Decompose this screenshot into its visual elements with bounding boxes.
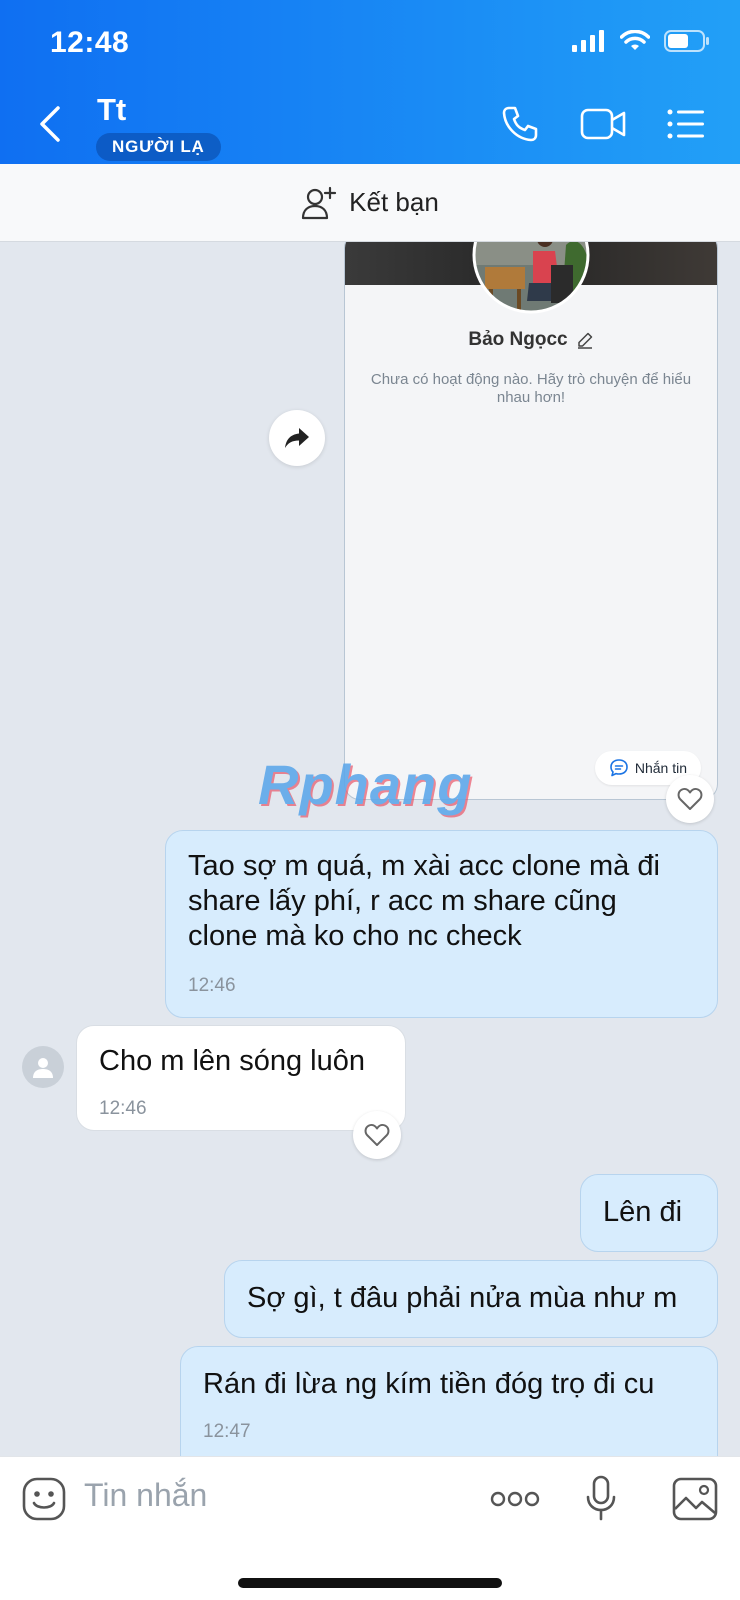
status-icons: [572, 30, 710, 52]
react-heart-button[interactable]: [666, 775, 714, 823]
image-icon[interactable]: [672, 1477, 718, 1521]
message-text: Lên đi: [603, 1196, 683, 1228]
message-bubble-outgoing[interactable]: Lên đi: [580, 1174, 718, 1252]
message-input-bar: Tin nhắn: [0, 1456, 740, 1600]
video-call-icon[interactable]: [580, 104, 626, 144]
share-forward-icon: [285, 428, 309, 448]
message-text-line: share lấy phí, r acc m share cũng: [188, 885, 617, 917]
heart-icon: [364, 1123, 390, 1146]
message-input[interactable]: Tin nhắn: [84, 1477, 207, 1514]
chat-bubble-icon: [610, 759, 628, 777]
profile-avatar: [472, 242, 590, 314]
menu-list-icon[interactable]: [666, 104, 706, 144]
home-indicator: [238, 1578, 502, 1588]
add-friend-icon: [302, 186, 337, 219]
message-time: 12:46: [188, 975, 236, 996]
message-bubble-outgoing[interactable]: Sợ gì, t đâu phải nửa mùa như m: [224, 1260, 718, 1338]
back-icon[interactable]: [36, 104, 66, 144]
message-text-line: Tao sợ m quá, m xài acc clone mà đi: [188, 850, 660, 882]
shared-profile-card[interactable]: Bảo Ngọcc Chưa có hoạt động nào. Hãy trò…: [344, 242, 718, 800]
wifi-icon: [620, 30, 650, 50]
message-text: Rán đi lừa ng kím tiền đóg trọ đi cu: [203, 1368, 655, 1400]
contact-name[interactable]: Tt: [97, 92, 126, 128]
profile-description: Chưa có hoạt động nào. Hãy trò chuyện để…: [370, 371, 692, 406]
user-placeholder-icon: [33, 1058, 53, 1078]
share-forward-button[interactable]: [269, 410, 325, 466]
edit-pencil-icon[interactable]: [576, 331, 594, 349]
react-heart-button[interactable]: [353, 1111, 401, 1159]
battery-icon: [664, 30, 709, 52]
chat-header: 12:48 Tt NGƯỜI LẠ: [0, 0, 740, 164]
message-bubble-outgoing[interactable]: Rán đi lừa ng kím tiền đóg trọ đi cu 12:…: [180, 1346, 718, 1456]
message-bubble-outgoing[interactable]: Tao sợ m quá, m xài acc clone mà đi shar…: [165, 830, 718, 1018]
heart-icon: [677, 787, 703, 810]
sender-avatar[interactable]: [22, 1046, 64, 1088]
profile-name: Bảo Ngọcc: [468, 329, 568, 350]
sticker-icon[interactable]: [22, 1477, 66, 1521]
add-friend-label: Kết bạn: [349, 187, 439, 217]
message-text-line: clone mà ko cho nc check: [188, 920, 522, 952]
add-friend-button[interactable]: Kết bạn: [0, 164, 740, 242]
message-time: 12:47: [203, 1421, 251, 1442]
message-bubble-incoming[interactable]: Cho m lên sóng luôn 12:46: [76, 1025, 406, 1131]
profile-name-row: Bảo Ngọcc: [345, 329, 717, 351]
more-icon[interactable]: [490, 1489, 540, 1509]
card-message-label: Nhắn tin: [634, 760, 687, 776]
message-text: Sợ gì, t đâu phải nửa mùa như m: [247, 1282, 678, 1314]
watermark-logo: Rphang: [258, 753, 473, 816]
signal-icon: [572, 30, 604, 52]
message-list[interactable]: Bảo Ngọcc Chưa có hoạt động nào. Hãy trò…: [0, 242, 740, 1456]
microphone-icon[interactable]: [585, 1475, 617, 1523]
status-time: 12:48: [50, 26, 130, 59]
stranger-badge: NGƯỜI LẠ: [96, 133, 221, 161]
message-text: Cho m lên sóng luôn: [99, 1045, 365, 1077]
phone-icon[interactable]: [500, 104, 540, 144]
message-time: 12:46: [99, 1098, 147, 1119]
